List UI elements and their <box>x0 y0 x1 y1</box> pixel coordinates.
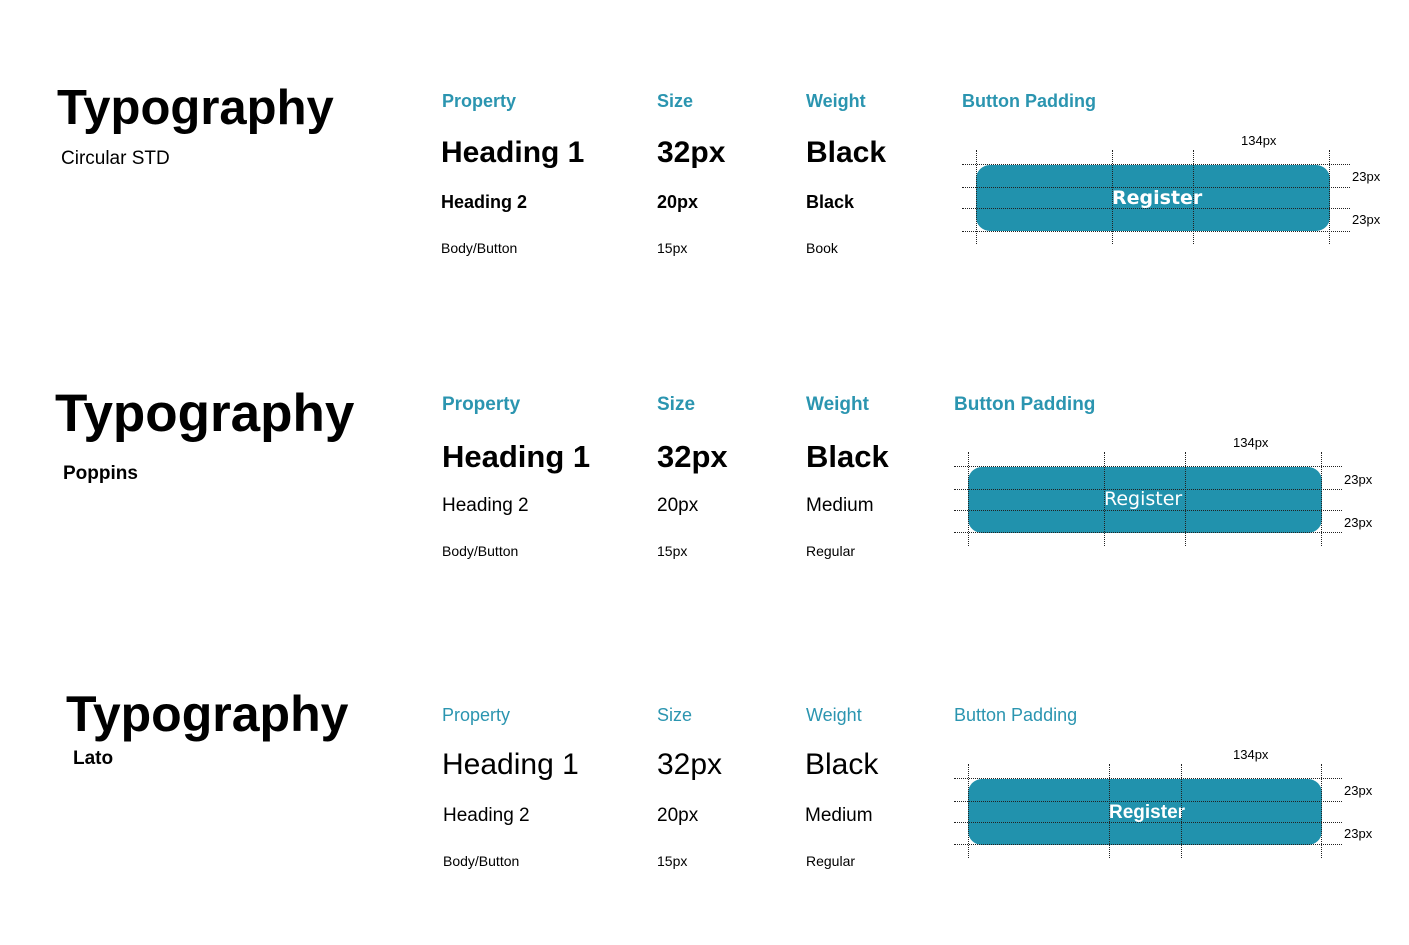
bottom-padding-label: 23px <box>1352 212 1381 227</box>
row-heading2-weight: Medium <box>806 495 874 516</box>
row-body-size: 15px <box>657 853 688 869</box>
guide-line <box>954 532 1342 533</box>
guide-line <box>1181 764 1182 858</box>
row-heading2-size: 20px <box>657 805 699 826</box>
row-body-property: Body/Button <box>442 543 519 559</box>
section-title: Typography <box>55 384 355 443</box>
row-heading2-weight: Medium <box>805 805 873 826</box>
row-heading1-size: 32px <box>657 136 726 169</box>
guide-line <box>954 801 1342 802</box>
guide-line <box>968 764 969 858</box>
guide-line <box>954 778 1342 779</box>
row-heading2-property: Heading 2 <box>443 805 530 826</box>
guide-line <box>962 231 1350 232</box>
header-button-padding: Button Padding <box>962 91 1096 111</box>
header-property: Property <box>442 394 521 415</box>
row-heading2-weight: Black <box>806 192 855 212</box>
top-padding-label: 23px <box>1344 472 1373 487</box>
header-weight: Weight <box>806 394 869 415</box>
guide-line <box>954 489 1342 490</box>
guide-line <box>976 150 977 244</box>
row-body-weight: Regular <box>806 543 856 559</box>
guide-line <box>1109 764 1110 858</box>
guide-line <box>1329 150 1330 244</box>
width-dimension-label: 134px <box>1241 133 1277 148</box>
row-heading1-property: Heading 1 <box>442 439 591 474</box>
register-button-label: Register <box>1112 187 1203 209</box>
top-padding-label: 23px <box>1352 169 1381 184</box>
register-button-label: Register <box>1109 802 1186 823</box>
header-weight: Weight <box>806 91 866 111</box>
guide-line <box>962 208 1350 209</box>
font-name: Circular STD <box>61 148 170 169</box>
header-size: Size <box>657 91 694 111</box>
guide-line <box>954 510 1342 511</box>
header-property: Property <box>442 91 517 111</box>
guide-line <box>968 452 969 546</box>
guide-line <box>1321 764 1322 858</box>
row-heading1-size: 32px <box>657 439 728 474</box>
register-button-label: Register <box>1104 488 1183 510</box>
font-name: Poppins <box>63 463 138 484</box>
section-title: Typography <box>57 81 334 135</box>
guide-line <box>1193 150 1194 244</box>
guide-line <box>1321 452 1322 546</box>
row-body-weight: Book <box>806 240 838 256</box>
row-heading1-size: 32px <box>657 748 723 781</box>
section-title: Typography <box>66 686 349 742</box>
guide-line <box>1104 452 1105 546</box>
guide-line <box>962 164 1350 165</box>
header-size: Size <box>657 705 693 725</box>
row-heading1-weight: Black <box>806 136 887 169</box>
guide-line <box>1112 150 1113 244</box>
guide-line <box>954 466 1342 467</box>
bottom-padding-label: 23px <box>1344 826 1373 841</box>
width-dimension-label: 134px <box>1233 435 1269 450</box>
row-heading1-weight: Black <box>805 748 879 781</box>
top-padding-label: 23px <box>1344 783 1373 798</box>
row-heading2-property: Heading 2 <box>442 495 529 516</box>
row-heading2-size: 20px <box>657 192 699 212</box>
row-heading1-weight: Black <box>806 439 889 474</box>
row-heading2-property: Heading 2 <box>441 192 528 212</box>
header-button-padding: Button Padding <box>954 705 1078 725</box>
row-heading1-property: Heading 1 <box>441 136 585 169</box>
row-heading2-size: 20px <box>657 495 699 516</box>
header-weight: Weight <box>806 705 862 725</box>
header-property: Property <box>442 705 511 725</box>
row-body-property: Body/Button <box>441 240 518 256</box>
guide-line <box>962 187 1350 188</box>
guide-line <box>954 822 1342 823</box>
width-dimension-label: 134px <box>1233 747 1269 762</box>
row-heading1-property: Heading 1 <box>442 748 579 781</box>
row-body-size: 15px <box>657 543 688 559</box>
guide-line <box>1185 452 1186 546</box>
row-body-property: Body/Button <box>443 853 520 869</box>
guide-line <box>954 844 1342 845</box>
row-body-size: 15px <box>657 240 688 256</box>
header-size: Size <box>657 394 696 415</box>
row-body-weight: Regular <box>806 853 856 869</box>
bottom-padding-label: 23px <box>1344 515 1373 530</box>
font-name: Lato <box>73 748 114 769</box>
header-button-padding: Button Padding <box>954 394 1096 415</box>
